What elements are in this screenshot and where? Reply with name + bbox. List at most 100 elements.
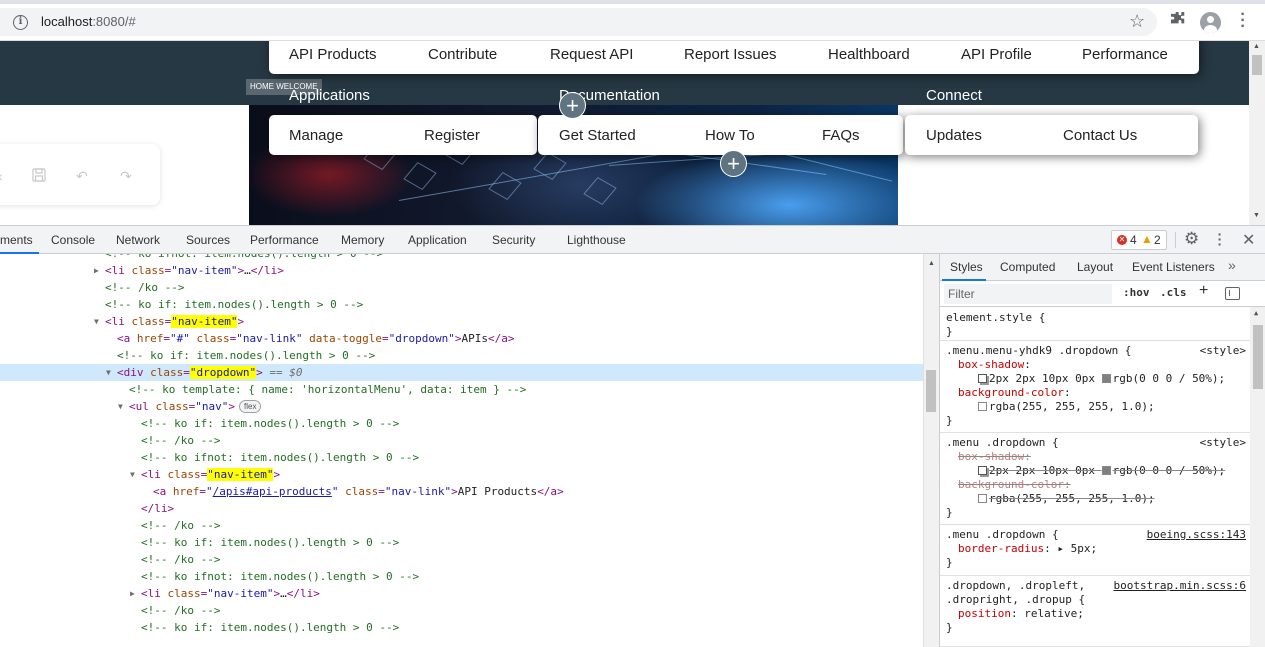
new-style-rule-icon[interactable]: + <box>1199 282 1208 300</box>
style-rule[interactable]: .dropdown, .dropleft, bootstrap.min.scss:… <box>940 577 1250 647</box>
styles-filter-input[interactable] <box>944 284 1112 304</box>
dom-tree-node[interactable]: <!-- ko template: { name: 'horizontalMen… <box>0 381 923 398</box>
dom-tree-node[interactable]: <!-- /ko --> <box>0 432 923 449</box>
dom-tree-node[interactable]: <!-- ko if: item.nodes().length > 0 --> <box>0 619 923 636</box>
dom-tree-node[interactable]: <!-- ko ifnot: item.nodes().length > 0 -… <box>0 568 923 585</box>
redo-icon[interactable]: ↷ <box>120 168 132 185</box>
collapse-triangle-icon[interactable]: ▶ <box>130 585 135 602</box>
address-bar[interactable]: i localhost:8080/# ☆ <box>0 8 1157 36</box>
scroll-up-arrow-icon[interactable]: ▲ <box>1254 309 1258 317</box>
dom-tree-node[interactable]: <!-- ko if: item.nodes().length > 0 --> <box>0 534 923 551</box>
dom-tree-node[interactable]: ▼ <div class="dropdown"> == $0 <box>0 364 923 381</box>
rule-source-link[interactable]: bootstrap.min.scss:6 <box>1114 579 1246 592</box>
undo-icon[interactable]: ↶ <box>76 168 88 185</box>
expand-triangle-icon[interactable]: ▼ <box>106 364 111 381</box>
chevron-icon[interactable]: ‹ <box>0 168 3 184</box>
dom-tree-node[interactable]: <!-- ko ifnot: item.nodes().length > 0 -… <box>0 449 923 466</box>
tab-console[interactable]: Console <box>51 233 95 247</box>
tab-event-listeners[interactable]: Event Listeners <box>1132 260 1215 274</box>
scroll-thumb[interactable] <box>1252 55 1262 75</box>
scroll-up-arrow-icon[interactable]: ▲ <box>1253 43 1260 50</box>
extensions-puzzle-icon[interactable] <box>1170 11 1186 32</box>
menu-contribute[interactable]: Contribute <box>428 46 497 63</box>
tab-performance[interactable]: Performance <box>250 233 319 247</box>
style-rule[interactable]: .menu .dropdown {<style> box-shadow: 2px 2… <box>940 434 1250 525</box>
scroll-thumb[interactable] <box>1253 325 1263 389</box>
class-toggle[interactable]: .cls <box>1160 286 1187 299</box>
flex-badge[interactable]: flex <box>239 400 262 413</box>
browser-menu-icon[interactable]: · · · <box>1236 7 1250 35</box>
nav-applications[interactable]: Applications <box>289 87 370 104</box>
rule-source-link[interactable]: <style> <box>1200 436 1246 449</box>
bookmark-star-icon[interactable]: ☆ <box>1129 11 1145 32</box>
menu-healthboard[interactable]: Healthboard <box>828 46 910 63</box>
scroll-down-arrow-icon[interactable]: ▼ <box>1253 212 1260 219</box>
dom-tree-node[interactable]: <!-- ko if: item.nodes().length > 0 --> <box>0 415 923 432</box>
devtools-menu-icon[interactable]: · · · <box>1214 227 1226 251</box>
dom-tree-node[interactable]: <!-- ko if: item.nodes().length > 0 --> <box>0 347 923 364</box>
dom-tree-node[interactable]: ▼ <li class="nav-item"> <box>0 313 923 330</box>
collapse-triangle-icon[interactable]: ▶ <box>94 262 99 279</box>
info-icon[interactable]: i <box>13 15 28 30</box>
add-widget-plus-icon[interactable]: + <box>720 150 747 177</box>
dom-tree-node[interactable]: <!-- /ko --> <box>0 517 923 534</box>
more-tabs-chevron-icon[interactable]: » <box>1228 257 1236 273</box>
menu-performance[interactable]: Performance <box>1082 46 1168 63</box>
elements-scrollbar[interactable]: ▲ <box>923 254 939 647</box>
settings-gear-icon[interactable]: ⚙ <box>1184 229 1199 249</box>
tab-layout[interactable]: Layout <box>1077 260 1113 274</box>
tab-computed[interactable]: Computed <box>1000 260 1055 274</box>
nav-connect[interactable]: Connect <box>926 87 982 104</box>
close-icon[interactable]: ✕ <box>1242 230 1255 250</box>
expand-triangle-icon[interactable]: ▼ <box>94 313 99 330</box>
styles-scrollbar[interactable]: ▲ <box>1250 307 1265 647</box>
dom-tree-node[interactable]: <!-- ko ifnot: item.nodes().length > 0 -… <box>0 254 923 262</box>
save-icon[interactable] <box>32 168 46 185</box>
style-rule[interactable]: .menu.menu-yhdk9 .dropdown {<style> box-s… <box>940 342 1250 433</box>
scroll-up-arrow-icon[interactable]: ▲ <box>928 260 935 267</box>
menu-register[interactable]: Register <box>424 127 480 144</box>
add-section-plus-icon[interactable]: + <box>559 92 586 119</box>
page-scrollbar[interactable]: ▲ ▼ <box>1249 41 1265 225</box>
dom-tree-node[interactable]: <!-- /ko --> <box>0 602 923 619</box>
url-text[interactable]: localhost:8080/# <box>41 14 136 29</box>
rule-source-link[interactable]: boeing.scss:143 <box>1147 528 1246 541</box>
tab-elements[interactable]: ments <box>0 226 39 254</box>
toggle-computed-sidebar-icon[interactable] <box>1225 287 1240 300</box>
menu-contact-us[interactable]: Contact Us <box>1063 127 1137 144</box>
menu-report-issues[interactable]: Report Issues <box>684 46 777 63</box>
dom-tree-node[interactable]: </li> <box>0 500 923 517</box>
scroll-thumb[interactable] <box>926 370 936 412</box>
tab-memory[interactable]: Memory <box>341 233 384 247</box>
profile-avatar[interactable] <box>1200 12 1221 33</box>
dom-tree-node[interactable]: <!-- ko if: item.nodes().length > 0 --> <box>0 296 923 313</box>
issues-counter[interactable]: ✕ 4 ▲ 2 <box>1111 230 1167 250</box>
menu-manage[interactable]: Manage <box>289 127 343 144</box>
tab-application[interactable]: Application <box>408 233 467 247</box>
dom-tree-node[interactable]: ▼ <ul class="nav"> flex <box>0 398 923 415</box>
style-rule[interactable]: .menu .dropdown {boeing.scss:143 border-r… <box>940 526 1250 576</box>
dom-tree-node[interactable]: ▶ <li class="nav-item">…</li> <box>0 262 923 279</box>
menu-faqs[interactable]: FAQs <box>822 127 860 144</box>
style-rule[interactable]: element.style {} <box>940 309 1250 341</box>
dom-tree-node[interactable]: <!-- /ko --> <box>0 551 923 568</box>
dom-tree-node[interactable]: <a href="#" class="nav-link" data-toggle… <box>0 330 923 347</box>
tab-styles[interactable]: Styles <box>942 254 986 281</box>
menu-api-profile[interactable]: API Profile <box>961 46 1032 63</box>
dom-tree-node[interactable]: <!-- /ko --> <box>0 279 923 296</box>
menu-how-to[interactable]: How To <box>705 127 755 144</box>
dom-tree-node[interactable]: <a href="/apis#api-products" class="nav-… <box>0 483 923 500</box>
menu-updates[interactable]: Updates <box>926 127 982 144</box>
menu-request-api[interactable]: Request API <box>550 46 633 63</box>
rule-source-link[interactable]: <style> <box>1200 344 1246 357</box>
tab-network[interactable]: Network <box>116 233 160 247</box>
expand-triangle-icon[interactable]: ▼ <box>130 466 135 483</box>
hover-state-toggle[interactable]: :hov <box>1123 286 1150 299</box>
tab-lighthouse[interactable]: Lighthouse <box>567 233 626 247</box>
menu-get-started[interactable]: Get Started <box>559 127 636 144</box>
dom-tree-node[interactable]: ▼ <li class="nav-item"> <box>0 466 923 483</box>
dom-tree-node[interactable]: ▶ <li class="nav-item">…</li> <box>0 585 923 602</box>
tab-security[interactable]: Security <box>492 233 535 247</box>
tab-sources[interactable]: Sources <box>186 233 230 247</box>
expand-triangle-icon[interactable]: ▼ <box>118 398 123 415</box>
